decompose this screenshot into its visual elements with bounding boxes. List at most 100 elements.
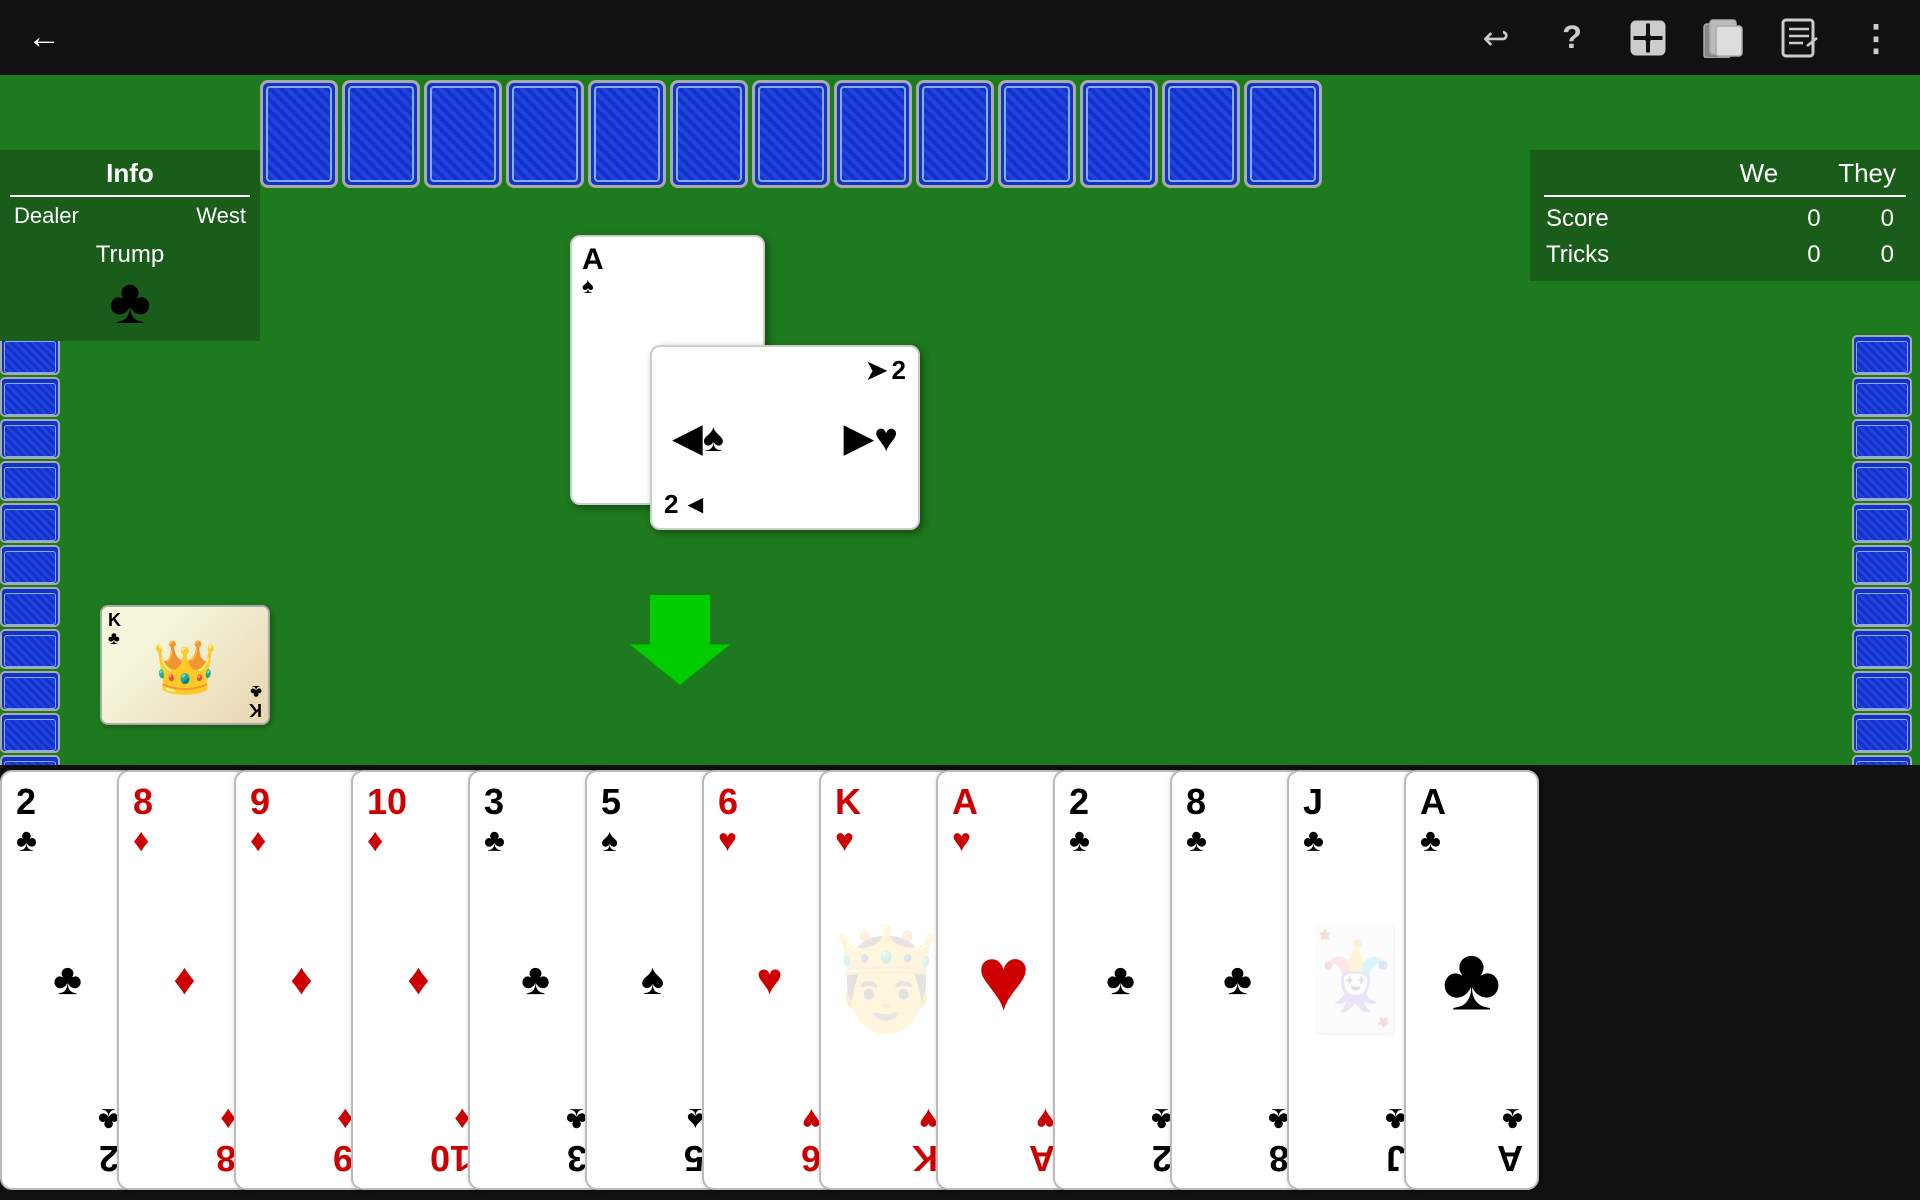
hand-card-12[interactable]: A ♣ ♣ A ♣ (1404, 770, 1539, 1190)
king-face-icon: 👑 (153, 637, 218, 698)
two-rank-top: ➤2 (866, 355, 906, 386)
more-button[interactable]: ⋮ (1852, 14, 1900, 62)
ace-center: ♥ (977, 929, 1030, 1032)
top-card-8 (916, 80, 994, 188)
back-button[interactable]: ← (20, 14, 68, 62)
card-rank-br: 2 (1152, 1140, 1172, 1176)
left-card-0 (0, 335, 60, 375)
hand-card-2[interactable]: 9 ♦ ♦ 9 ♦ (234, 770, 369, 1190)
two-of-spades-card[interactable]: ➤2 ◀♠ ▶♥ 2◄ (650, 345, 920, 530)
card-rank-br: 2 (99, 1140, 119, 1176)
card-rank-tl: 6 (718, 784, 738, 820)
score-header: We They (1544, 158, 1906, 197)
card-rank-br: A (1029, 1140, 1055, 1176)
top-card-4 (588, 80, 666, 188)
card-suit-br: ♣ (1385, 1104, 1406, 1136)
card-suit-tl: ♣ (1186, 824, 1207, 856)
card-suit-tl: ♠ (601, 824, 618, 856)
card-suit-tl: ♥ (718, 824, 737, 856)
ace-rank-top: A (582, 245, 604, 275)
hand-card-8[interactable]: A ♥ ♥ A ♥ (936, 770, 1071, 1190)
card-rank-br: K (912, 1140, 938, 1176)
card-rank-tl: 10 (367, 784, 407, 820)
card-suit-tl: ♣ (16, 824, 37, 856)
score-panel: We They Score 0 0 Tricks 0 0 (1530, 150, 1920, 281)
card-rank-br: 5 (684, 1140, 704, 1176)
right-card-8 (1852, 671, 1912, 711)
we-score: 0 (1807, 205, 1820, 233)
left-card-1 (0, 377, 60, 417)
trump-suit-symbol: ♣ (10, 269, 250, 333)
hand-card-5[interactable]: 5 ♠ ♠ 5 ♠ (585, 770, 720, 1190)
face-symbol: 🤴 (824, 922, 949, 1039)
two-suit-right: ▶♥ (843, 415, 898, 461)
hand-card-3[interactable]: 10 ♦ ♦ 10 ♦ (351, 770, 486, 1190)
add-button[interactable] (1624, 14, 1672, 62)
right-card-5 (1852, 545, 1912, 585)
undo-button[interactable]: ↩ (1472, 14, 1520, 62)
hand-card-10[interactable]: 8 ♣ ♣ 8 ♣ (1170, 770, 1305, 1190)
card-suit-br: ♣ (1151, 1104, 1172, 1136)
right-card-6 (1852, 587, 1912, 627)
hand-card-6[interactable]: 6 ♥ ♥ 6 ♥ (702, 770, 837, 1190)
hand-card-11[interactable]: J ♣ 🃏 J ♣ (1287, 770, 1422, 1190)
cards-button[interactable] (1700, 14, 1748, 62)
king-rank-tl: K♣ (108, 611, 121, 647)
king-card[interactable]: K♣ 👑 K♣ (100, 605, 270, 725)
hand-card-4[interactable]: 3 ♣ ♣ 3 ♣ (468, 770, 603, 1190)
top-cards (260, 80, 1130, 188)
card-rank-br: 6 (801, 1140, 821, 1176)
card-center: ♦ (407, 955, 429, 1005)
card-center: ♣ (1223, 955, 1252, 1005)
card-suit-tl: ♣ (1069, 824, 1090, 856)
hand-area: 2 ♣ ♣ 2 ♣ 8 ♦ ♦ 8 ♦ 9 ♦ ♦ 9 ♦ 10 ♦ ♦ 10 … (0, 765, 1920, 1200)
king-rank-br: K♣ (249, 683, 262, 719)
top-card-7 (834, 80, 912, 188)
top-card-5 (670, 80, 748, 188)
right-card-3 (1852, 461, 1912, 501)
trump-section: Trump ♣ (10, 241, 250, 333)
top-card-6 (752, 80, 830, 188)
card-center: ♥ (756, 955, 782, 1005)
card-suit-tl: ♣ (1303, 824, 1324, 856)
center-play-area: A ♠ ♠ A ♠ ➤2 ◀♠ ▶♥ 2◄ (540, 235, 960, 635)
right-card-9 (1852, 713, 1912, 753)
card-center: ♣ (521, 955, 550, 1005)
they-score: 0 (1881, 205, 1894, 233)
card-suit-br: ♣ (98, 1104, 119, 1136)
topbar: ← ↩ ? ⋮ (0, 0, 1920, 75)
tricks-label: Tricks (1546, 241, 1609, 269)
hand-card-9[interactable]: 2 ♣ ♣ 2 ♣ (1053, 770, 1188, 1190)
left-card-2 (0, 419, 60, 459)
dealer-row: Dealer West (10, 201, 250, 231)
right-card-4 (1852, 503, 1912, 543)
topbar-right: ↩ ? ⋮ (1472, 14, 1900, 62)
card-suit-tl: ♣ (1420, 824, 1441, 856)
hand-card-7[interactable]: K ♥ 🤴 K ♥ (819, 770, 954, 1190)
help-button[interactable]: ? (1548, 14, 1596, 62)
top-card-3 (506, 80, 584, 188)
card-rank-tl: 8 (1186, 784, 1206, 820)
right-card-1 (1852, 377, 1912, 417)
card-suit-tl: ♦ (367, 824, 383, 856)
face-symbol: 🃏 (1292, 922, 1417, 1039)
ace-center: ♣ (1442, 929, 1501, 1032)
score-row: Score 0 0 (1544, 201, 1906, 237)
left-card-9 (0, 713, 60, 753)
card-center: ♣ (1106, 955, 1135, 1005)
top-card-2 (424, 80, 502, 188)
notes-button[interactable] (1776, 14, 1824, 62)
top-card-9 (998, 80, 1076, 188)
hand-card-1[interactable]: 8 ♦ ♦ 8 ♦ (117, 770, 252, 1190)
left-card-8 (0, 671, 60, 711)
we-tricks: 0 (1807, 241, 1820, 269)
card-rank-tl: 2 (1069, 784, 1089, 820)
card-suit-br: ♣ (566, 1104, 587, 1136)
card-center: ♠ (641, 955, 664, 1005)
info-header: Info (10, 158, 250, 197)
hand-card-0[interactable]: 2 ♣ ♣ 2 ♣ (0, 770, 135, 1190)
top-card-1 (342, 80, 420, 188)
card-center: ♣ (53, 955, 82, 1005)
card-rank-br: 9 (333, 1140, 353, 1176)
card-rank-tl: 8 (133, 784, 153, 820)
